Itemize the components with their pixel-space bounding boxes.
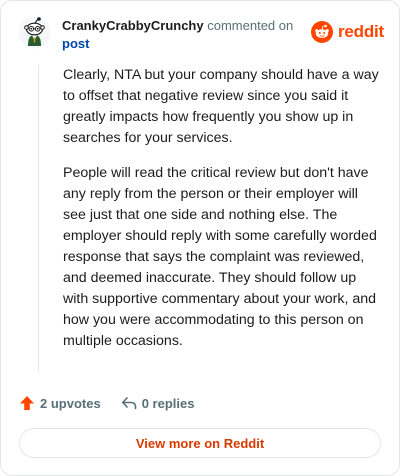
- author-name[interactable]: CrankyCrabbyCrunchy: [62, 18, 204, 33]
- comment-footer: 2 upvotes 0 replies: [19, 395, 194, 411]
- reddit-wordmark: reddit: [338, 22, 385, 41]
- upvote-arrow-icon: [20, 396, 34, 410]
- reddit-snoo-icon: [311, 21, 333, 43]
- reply-arrow-icon: [121, 397, 136, 410]
- comment-paragraph: Clearly, NTA but your company should hav…: [63, 67, 379, 146]
- upvotes-count[interactable]: 2 upvotes: [19, 395, 101, 411]
- replies-label: 0 replies: [141, 395, 195, 411]
- comment-header: CrankyCrabbyCrunchy commented on post: [62, 17, 302, 53]
- avatar[interactable]: [18, 16, 51, 49]
- reddit-logo[interactable]: reddit: [311, 21, 384, 43]
- upvotes-label: 2 upvotes: [40, 395, 101, 411]
- embedded-comment-card: CrankyCrabbyCrunchy commented on post re…: [0, 0, 400, 476]
- comment-paragraph: People will read the critical review but…: [63, 165, 377, 349]
- snoo-avatar-icon: [18, 16, 51, 49]
- replies-count[interactable]: 0 replies: [121, 395, 195, 411]
- comment-body: Clearly, NTA but your company should hav…: [38, 65, 379, 371]
- post-link[interactable]: post: [62, 35, 302, 53]
- view-more-on-reddit-button[interactable]: View more on Reddit: [19, 428, 381, 458]
- comment-action-text: commented on: [207, 18, 294, 33]
